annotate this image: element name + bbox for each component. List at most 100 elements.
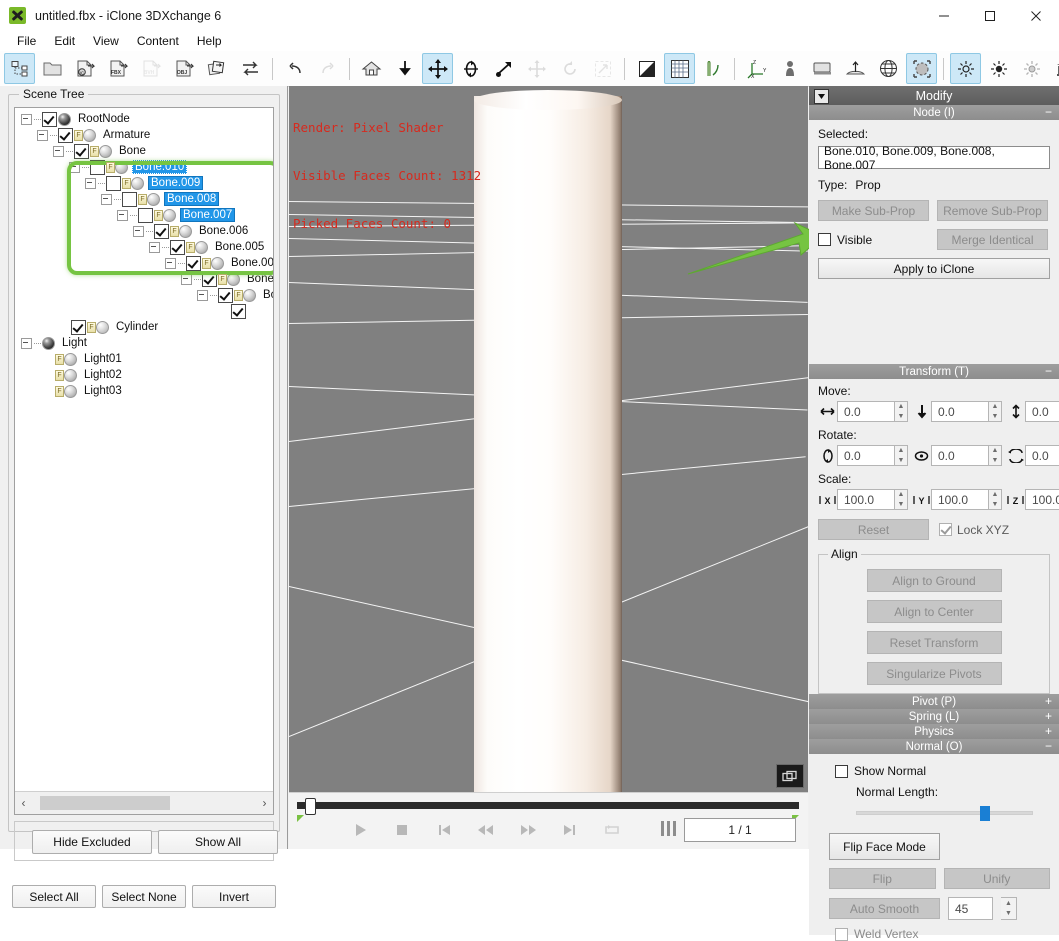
- tree-collapse-icon[interactable]: [181, 274, 192, 285]
- rotate-tool-icon[interactable]: [455, 53, 486, 84]
- section-header-transform[interactable]: Transform (T) −: [809, 364, 1059, 380]
- tree-item-light[interactable]: Light: [15, 335, 273, 351]
- drop-to-floor-icon[interactable]: [389, 53, 420, 84]
- tree-collapse-icon[interactable]: [117, 210, 128, 221]
- tree-item-light03[interactable]: FLight03: [15, 383, 273, 399]
- scroll-left-icon[interactable]: ‹: [15, 793, 32, 813]
- reset-button[interactable]: Reset: [818, 519, 929, 540]
- move-tool-icon[interactable]: [422, 53, 453, 84]
- range-start-marker[interactable]: [297, 815, 304, 822]
- rotate-y-stepper[interactable]: ▲▼: [989, 445, 1002, 466]
- normal-length-thumb[interactable]: [980, 806, 990, 821]
- tree-collapse-icon[interactable]: [21, 338, 32, 349]
- rewind-icon[interactable]: [475, 819, 497, 841]
- loop-icon[interactable]: [601, 819, 623, 841]
- menu-help[interactable]: Help: [188, 32, 231, 50]
- frame-counter-field[interactable]: 1 / 1: [684, 818, 796, 842]
- tree-item-bone-010[interactable]: FBone.010: [15, 159, 273, 175]
- tree-item-label[interactable]: Bone.002: [260, 289, 273, 301]
- scale-y-input[interactable]: 100.0: [931, 489, 989, 510]
- open-folder-icon[interactable]: [37, 53, 68, 84]
- tree-item-bone-008[interactable]: FBone.008: [15, 191, 273, 207]
- select-sphere-icon[interactable]: [906, 53, 937, 84]
- scroll-right-icon[interactable]: ›: [256, 793, 273, 813]
- export-iclone-icon[interactable]: iC: [70, 53, 101, 84]
- timeline-track[interactable]: [297, 802, 799, 809]
- scroll-track[interactable]: [32, 793, 256, 813]
- menu-view[interactable]: View: [84, 32, 128, 50]
- tree-item-label[interactable]: Bone.010: [132, 160, 187, 174]
- range-bars-icon[interactable]: [661, 821, 676, 836]
- tree-item-label[interactable]: Bone.005: [212, 241, 267, 253]
- section-header-spring[interactable]: Spring (L) +: [809, 709, 1059, 725]
- section-transform-collapse-icon[interactable]: −: [1045, 364, 1052, 379]
- section-header-physics[interactable]: Physics +: [809, 724, 1059, 740]
- tree-item-label[interactable]: RootNode: [75, 113, 133, 125]
- grid-icon[interactable]: [664, 53, 695, 84]
- weld-vertex-checkbox[interactable]: [835, 928, 848, 941]
- tree-item-checkbox[interactable]: [138, 208, 153, 223]
- scale-tool-icon[interactable]: [488, 53, 519, 84]
- tree-item-checkbox[interactable]: [231, 304, 246, 319]
- selected-value-field[interactable]: Bone.010, Bone.009, Bone.008, Bone.007: [818, 146, 1050, 169]
- play-icon[interactable]: [349, 819, 371, 841]
- globe-icon[interactable]: [873, 53, 904, 84]
- tree-item-checkbox[interactable]: [58, 128, 73, 143]
- ambient-light-icon[interactable]: [1016, 53, 1047, 84]
- align-to-center-button[interactable]: Align to Center: [867, 600, 1002, 623]
- tree-item-checkbox[interactable]: [90, 160, 105, 175]
- scale-x-input[interactable]: 100.0: [837, 489, 895, 510]
- auto-smooth-input[interactable]: 45: [948, 897, 993, 920]
- flip-button[interactable]: Flip: [829, 868, 936, 889]
- close-icon[interactable]: [1013, 0, 1059, 31]
- scale-x-stepper[interactable]: ▲▼: [895, 489, 908, 510]
- select-all-button[interactable]: Select All: [12, 885, 96, 908]
- scene-tree-hscrollbar[interactable]: ‹ ›: [15, 791, 273, 814]
- stop-icon[interactable]: [391, 819, 413, 841]
- scene-tree-list[interactable]: RootNodeFArmatureFBoneFBone.010FBone.009…: [15, 108, 273, 791]
- tree-collapse-icon[interactable]: [85, 178, 96, 189]
- rotate-x-input[interactable]: 0.0: [837, 445, 895, 466]
- merge-identical-button[interactable]: Merge Identical: [937, 229, 1048, 250]
- export-fbx-icon[interactable]: FBX: [103, 53, 134, 84]
- scroll-thumb[interactable]: [40, 796, 170, 810]
- tree-item-bone-003[interactable]: FBone.003: [15, 271, 273, 287]
- remove-sub-prop-button[interactable]: Remove Sub-Prop: [937, 200, 1048, 221]
- move-z-input[interactable]: 0.0: [1025, 401, 1059, 422]
- align-to-ground-button[interactable]: Align to Ground: [867, 569, 1002, 592]
- ground-icon[interactable]: [840, 53, 871, 84]
- show-normal-checkbox[interactable]: [835, 765, 848, 778]
- tree-item-label[interactable]: Armature: [100, 129, 153, 141]
- axis-gizmo-icon[interactable]: ZYX: [741, 53, 772, 84]
- tree-item-bone-007[interactable]: FBone.007: [15, 207, 273, 223]
- scale-y-stepper[interactable]: ▲▼: [989, 489, 1002, 510]
- menu-file[interactable]: File: [8, 32, 45, 50]
- section-header-pivot[interactable]: Pivot (P) +: [809, 694, 1059, 710]
- tree-item-checkbox[interactable]: [218, 288, 233, 303]
- minimize-icon[interactable]: [921, 0, 967, 31]
- section-header-normal[interactable]: Normal (O) −: [809, 739, 1059, 755]
- tree-item-checkbox[interactable]: [186, 256, 201, 271]
- timeline-slider[interactable]: [294, 797, 802, 815]
- normal-length-track[interactable]: [856, 811, 1033, 815]
- maximize-icon[interactable]: [967, 0, 1013, 31]
- tree-item-light02[interactable]: FLight02: [15, 367, 273, 383]
- reload-icon[interactable]: [235, 53, 266, 84]
- tree-item-cylinder[interactable]: FCylinder: [15, 319, 273, 335]
- tree-collapse-icon[interactable]: [197, 290, 208, 301]
- layout-toggle-icon[interactable]: [776, 764, 804, 788]
- section-header-node[interactable]: Node (I) −: [809, 105, 1059, 121]
- tree-collapse-icon[interactable]: [165, 258, 176, 269]
- spot-light-icon[interactable]: [950, 53, 981, 84]
- export-obj-icon[interactable]: OBJ: [169, 53, 200, 84]
- tree-item-label[interactable]: Bone.006: [196, 225, 251, 237]
- singularize-pivots-button[interactable]: Singularize Pivots: [867, 662, 1002, 685]
- menu-content[interactable]: Content: [128, 32, 188, 50]
- tree-item-label[interactable]: Bone.007: [180, 208, 235, 222]
- section-physics-expand-icon[interactable]: +: [1045, 724, 1052, 739]
- tree-item-checkbox[interactable]: [154, 224, 169, 239]
- undo-icon[interactable]: [279, 53, 310, 84]
- invert-button[interactable]: Invert: [192, 885, 276, 908]
- tree-item-label[interactable]: Light01: [81, 353, 125, 365]
- move-y-stepper[interactable]: ▲▼: [989, 401, 1002, 422]
